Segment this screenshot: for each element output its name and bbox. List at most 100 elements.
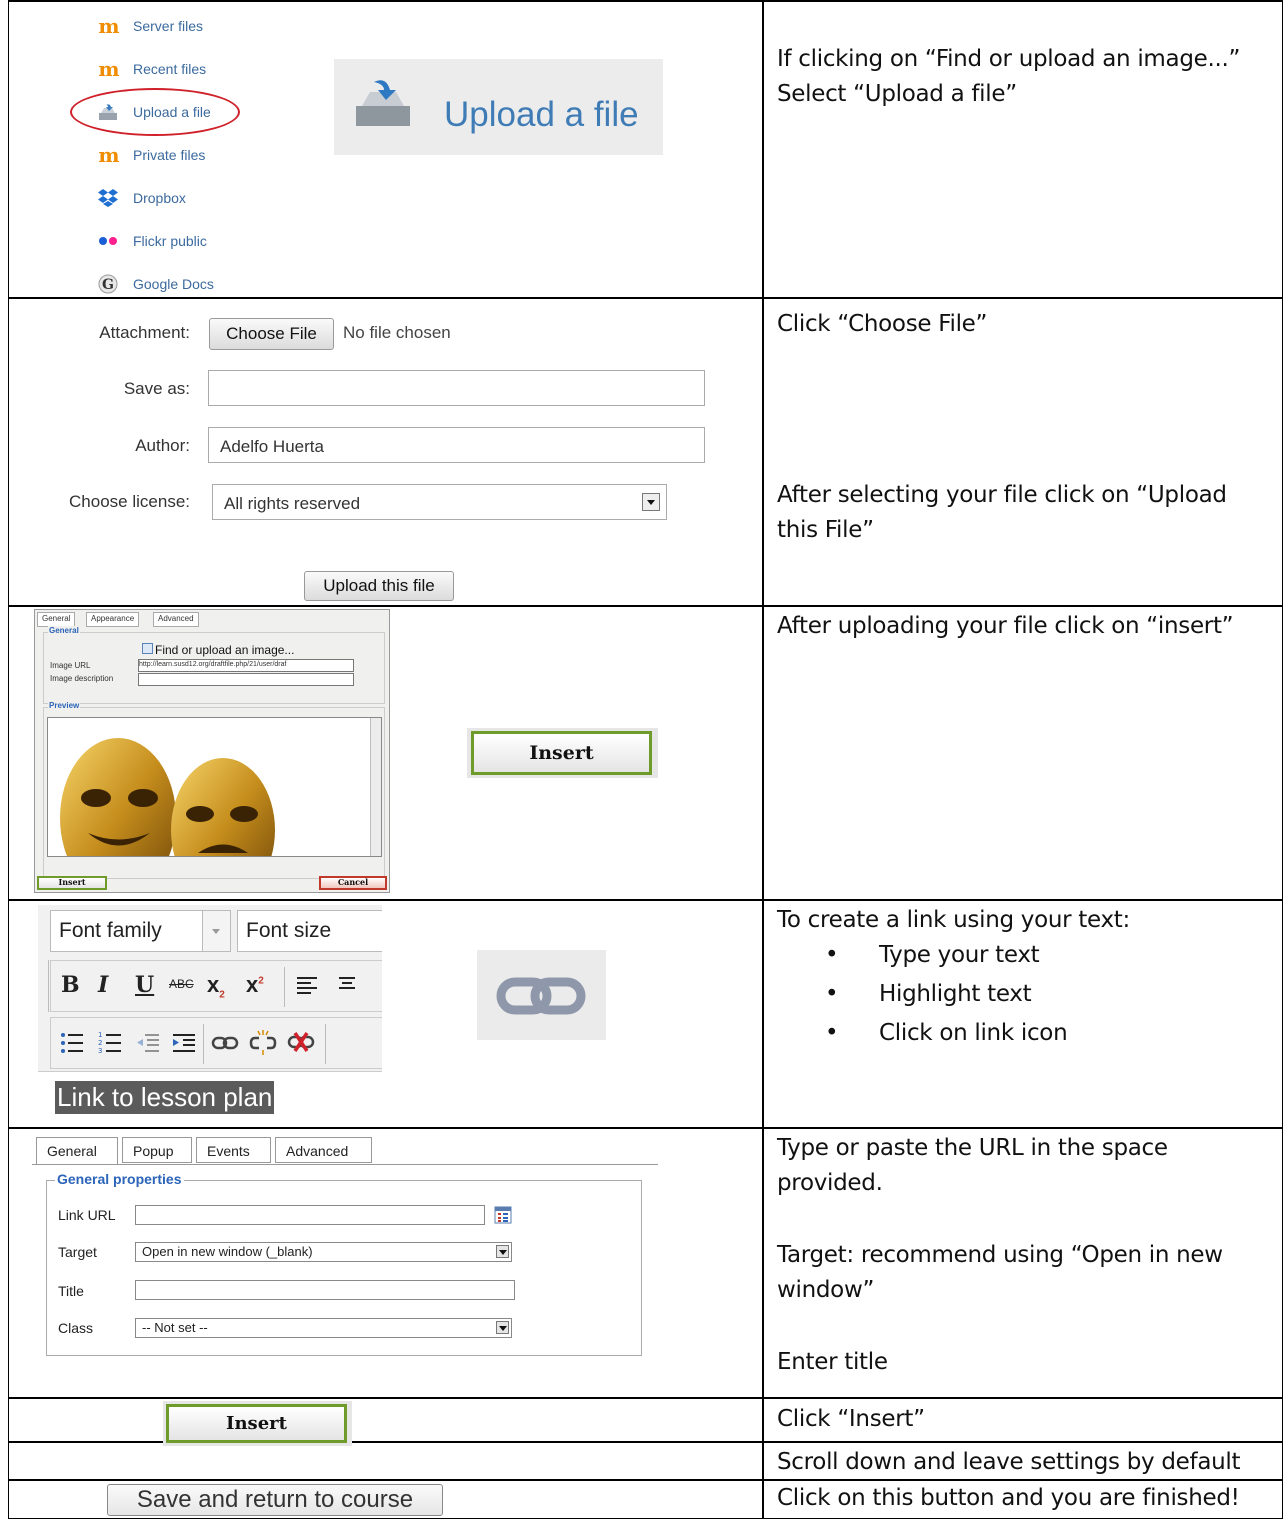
row-divider [8, 1397, 1283, 1399]
moodle-icon: m [98, 14, 119, 38]
link-icon[interactable] [211, 1032, 239, 1059]
link-icon [496, 977, 586, 1015]
svg-text:G: G [102, 277, 114, 293]
license-select[interactable]: All rights reserved [212, 484, 667, 520]
remove-link-icon[interactable] [287, 1030, 315, 1059]
tab-events[interactable]: Events [196, 1137, 271, 1163]
browse-icon[interactable] [494, 1206, 512, 1227]
link-icon-zoom [477, 950, 606, 1040]
target-select[interactable]: Open in new window (_blank) [135, 1242, 512, 1262]
tab-advanced[interactable]: Advanced [153, 612, 199, 627]
instruction-text: Target: recommend using “Open in new win… [777, 1242, 1223, 1303]
flickr-icon [96, 230, 120, 252]
subscript-icon[interactable]: x2 [207, 972, 225, 1000]
chevron-down-icon [496, 1245, 509, 1258]
author-input[interactable]: Adelfo Huerta [208, 427, 705, 463]
svg-text:1: 1 [98, 1031, 102, 1039]
strikethrough-icon[interactable]: ABC [169, 977, 194, 991]
image-description-label: Image description [50, 674, 114, 683]
unlink-icon[interactable] [249, 1028, 277, 1061]
image-url-label: Image URL [50, 661, 91, 670]
list-item: • Highlight text [825, 981, 1032, 1007]
no-file-text: No file chosen [343, 323, 451, 342]
tab-popup[interactable]: Popup [122, 1137, 192, 1163]
moodle-icon: m [98, 143, 119, 167]
choose-file-button[interactable]: Choose File [209, 318, 334, 350]
author-label: Author: [135, 436, 190, 455]
font-size-select[interactable]: Font size [237, 910, 382, 952]
align-left-icon[interactable] [295, 973, 319, 1002]
column-divider [762, 0, 764, 1519]
save-return-button[interactable]: Save and return to course [107, 1484, 443, 1516]
numbered-list-icon[interactable]: 123 [97, 1030, 123, 1061]
instruction-title: To create a link using your text: [777, 907, 1130, 933]
tab-underline [32, 1164, 658, 1165]
theater-masks-image [60, 738, 275, 856]
file-picker-item[interactable]: m Recent files [96, 54, 206, 84]
image-description-input[interactable] [138, 673, 354, 686]
chevron-down-icon [642, 493, 660, 511]
instruction-text: To create a link using your text: • Type … [777, 903, 1277, 1051]
class-select[interactable]: -- Not set -- [135, 1318, 512, 1338]
bold-icon[interactable]: B [61, 972, 80, 998]
instruction-bullets: • Type your text • Highlight text • Click o… [777, 938, 1277, 1051]
svg-text:3: 3 [98, 1047, 102, 1055]
highlighted-text: Link to lesson plan [55, 1081, 275, 1114]
target-value: Open in new window (_blank) [142, 1244, 313, 1259]
upload-this-file-button[interactable]: Upload this file [304, 571, 454, 601]
insert-button-small[interactable]: Insert [37, 876, 107, 890]
tab-general[interactable]: General [37, 612, 76, 627]
upload-file-label: Upload a file [444, 95, 639, 134]
image-dialog: General Appearance Advanced General Find… [34, 609, 390, 893]
instruction-text: If clicking on “Find or upload an image.… [777, 42, 1277, 112]
underline-icon[interactable]: U [135, 972, 154, 998]
bullet-list-icon[interactable] [59, 1030, 85, 1061]
file-picker-item[interactable]: m Server files [96, 11, 203, 41]
insert-button[interactable]: Insert [166, 1404, 347, 1443]
instruction-text: Click on this button and you are finishe… [777, 1485, 1240, 1511]
google-icon: G [96, 273, 120, 295]
tab-advanced[interactable]: Advanced [275, 1137, 372, 1163]
file-picker-item[interactable]: Flickr public [96, 226, 207, 256]
tab-general[interactable]: General [36, 1137, 118, 1165]
italic-icon[interactable]: I [98, 972, 108, 998]
file-picker-item[interactable]: G Google Docs [96, 269, 214, 299]
bullet-text: Type your text [879, 942, 1040, 968]
toolbar-divider [48, 960, 49, 1012]
outdent-icon[interactable] [135, 1030, 161, 1061]
file-picker-item[interactable]: m Private files [96, 140, 205, 170]
find-upload-button[interactable]: Find or upload an image... [142, 643, 294, 657]
upload-icon [352, 78, 414, 133]
target-label: Target [58, 1244, 97, 1260]
file-picker-label: Flickr public [133, 233, 207, 249]
row-divider [8, 899, 1283, 901]
title-input[interactable] [135, 1280, 515, 1300]
instruction-line: Select “Upload a file” [777, 81, 1017, 107]
general-legend: General [48, 626, 80, 635]
file-picker-item[interactable]: Dropbox [96, 183, 186, 213]
preview-scrollbar[interactable] [370, 718, 381, 856]
file-picker-label: Recent files [133, 61, 207, 77]
font-family-select[interactable]: Font family [50, 910, 203, 952]
image-url-input[interactable]: http://learn.susd12.org/draftfile.php/21… [138, 659, 354, 672]
indent-icon[interactable] [171, 1030, 197, 1061]
general-properties-legend: General properties [55, 1171, 184, 1187]
chevron-down-icon[interactable] [203, 910, 231, 952]
link-url-input[interactable] [135, 1205, 485, 1225]
instruction-line: If clicking on “Find or upload an image.… [777, 46, 1241, 72]
instruction-text: After uploading your file click on “inse… [777, 613, 1234, 639]
superscript-icon[interactable]: x2 [246, 972, 264, 998]
row-divider [8, 1127, 1283, 1129]
align-center-icon[interactable] [335, 973, 359, 1002]
insert-button[interactable]: Insert [471, 731, 652, 775]
instruction-text: Scroll down and leave settings by defaul… [777, 1449, 1241, 1475]
font-family-label: Font family [59, 919, 162, 942]
save-as-input[interactable] [208, 370, 705, 406]
link-dialog: General Popup Events Advanced General pr… [32, 1134, 658, 1358]
cancel-button-small[interactable]: Cancel [319, 876, 387, 890]
title-label: Title [58, 1283, 84, 1299]
preview-image [47, 717, 382, 857]
editor-content-area[interactable]: Link to lesson plan [38, 1071, 382, 1126]
instruction-text: Type or paste the URL in the space provi… [777, 1135, 1168, 1196]
tab-appearance[interactable]: Appearance [86, 612, 140, 627]
